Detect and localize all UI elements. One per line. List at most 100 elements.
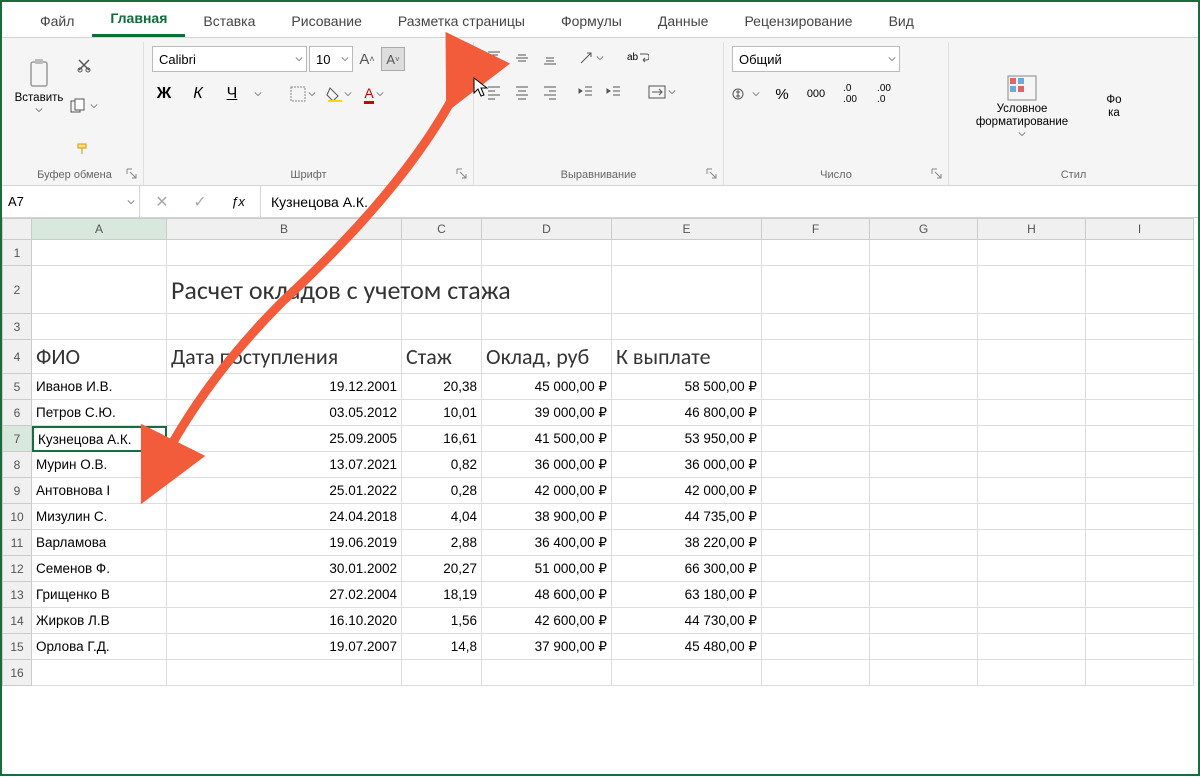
cell-A5[interactable]: Иванов И.В. (32, 374, 167, 400)
decrease-font-button[interactable]: A˅ (381, 47, 405, 71)
row-header-2[interactable]: 2 (2, 266, 32, 314)
cell-B9[interactable]: 25.01.2022 (167, 478, 402, 504)
col-header-A[interactable]: A (32, 218, 167, 240)
cell-A6[interactable]: Петров С.Ю. (32, 400, 167, 426)
row-header-3[interactable]: 3 (2, 314, 32, 340)
cell-E14[interactable]: 44 730,00 ₽ (612, 608, 762, 634)
cell-B6[interactable]: 03.05.2012 (167, 400, 402, 426)
borders-button[interactable] (290, 82, 316, 106)
cell-A10[interactable]: Мизулин С. (32, 504, 167, 530)
col-header-B[interactable]: B (167, 218, 402, 240)
cell-E12[interactable]: 66 300,00 ₽ (612, 556, 762, 582)
wrap-text-button[interactable]: ab (626, 46, 650, 70)
decrease-indent-button[interactable] (574, 80, 598, 104)
underline-button[interactable]: Ч (220, 82, 244, 106)
decrease-decimal-button[interactable]: .00.0 (872, 82, 896, 106)
cell-C7[interactable]: 16,61 (402, 426, 482, 452)
cancel-edit-button[interactable]: ✕ (150, 190, 174, 214)
name-box[interactable]: A7 (2, 186, 140, 217)
align-right-button[interactable] (538, 80, 562, 104)
alignment-dialog-launcher[interactable] (705, 167, 719, 181)
select-all-corner[interactable] (2, 218, 32, 240)
cell-E5[interactable]: 58 500,00 ₽ (612, 374, 762, 400)
col-header-D[interactable]: D (482, 218, 612, 240)
cell-D9[interactable]: 42 000,00 ₽ (482, 478, 612, 504)
cell-A9[interactable]: Антовнова I (32, 478, 167, 504)
font-size-combo[interactable] (309, 46, 353, 72)
conditional-formatting-button[interactable]: Условное форматирование (957, 67, 1087, 147)
header-date[interactable]: Дата поступления (167, 340, 402, 374)
accounting-format-button[interactable] (732, 82, 760, 106)
cell-C11[interactable]: 2,88 (402, 530, 482, 556)
cell-C8[interactable]: 0,82 (402, 452, 482, 478)
cell-D10[interactable]: 38 900,00 ₽ (482, 504, 612, 530)
bold-button[interactable]: Ж (152, 82, 176, 106)
cell-E11[interactable]: 38 220,00 ₽ (612, 530, 762, 556)
percent-format-button[interactable]: % (770, 82, 794, 106)
cell-C13[interactable]: 18,19 (402, 582, 482, 608)
header-fio[interactable]: ФИО (32, 340, 167, 374)
tab-view[interactable]: Вид (871, 5, 932, 37)
row-header-8[interactable]: 8 (2, 452, 32, 478)
cut-button[interactable] (70, 53, 98, 77)
cell-B13[interactable]: 27.02.2004 (167, 582, 402, 608)
row-header-7[interactable]: 7 (2, 426, 32, 452)
cell-E7[interactable]: 53 950,00 ₽ (612, 426, 762, 452)
cell-E10[interactable]: 44 735,00 ₽ (612, 504, 762, 530)
tab-home[interactable]: Главная (92, 2, 185, 37)
col-header-F[interactable]: F (762, 218, 870, 240)
cell-A15[interactable]: Орлова Г.Д. (32, 634, 167, 660)
cell-C15[interactable]: 14,8 (402, 634, 482, 660)
cell-D15[interactable]: 37 900,00 ₽ (482, 634, 612, 660)
header-oklad[interactable]: Оклад, руб (482, 340, 612, 374)
row-header-10[interactable]: 10 (2, 504, 32, 530)
cell-A13[interactable]: Грищенко В (32, 582, 167, 608)
paste-button[interactable]: Вставить (14, 46, 64, 126)
row-header-13[interactable]: 13 (2, 582, 32, 608)
col-header-E[interactable]: E (612, 218, 762, 240)
font-dialog-launcher[interactable] (455, 167, 469, 181)
cell-D8[interactable]: 36 000,00 ₽ (482, 452, 612, 478)
align-top-button[interactable] (482, 46, 506, 70)
cell-E8[interactable]: 36 000,00 ₽ (612, 452, 762, 478)
cell-A8[interactable]: Мурин О.В. (32, 452, 167, 478)
cell-D5[interactable]: 45 000,00 ₽ (482, 374, 612, 400)
cell-A14[interactable]: Жирков Л.В (32, 608, 167, 634)
row-header-12[interactable]: 12 (2, 556, 32, 582)
row-header-16[interactable]: 16 (2, 660, 32, 686)
cell-B12[interactable]: 30.01.2002 (167, 556, 402, 582)
align-middle-button[interactable] (510, 46, 534, 70)
cell-E13[interactable]: 63 180,00 ₽ (612, 582, 762, 608)
tab-formulas[interactable]: Формулы (543, 5, 640, 37)
cell-A7[interactable]: Кузнецова А.К. (32, 426, 167, 452)
cell-B8[interactable]: 13.07.2021 (167, 452, 402, 478)
formula-bar-input[interactable]: Кузнецова А.К. (261, 186, 1198, 217)
cell-D13[interactable]: 48 600,00 ₽ (482, 582, 612, 608)
number-format-combo[interactable] (732, 46, 900, 72)
cell-E9[interactable]: 42 000,00 ₽ (612, 478, 762, 504)
cell-D6[interactable]: 39 000,00 ₽ (482, 400, 612, 426)
row-header-4[interactable]: 4 (2, 340, 32, 374)
header-vyplata[interactable]: К выплате (612, 340, 762, 374)
tab-file[interactable]: Файл (22, 5, 92, 37)
row-header-15[interactable]: 15 (2, 634, 32, 660)
cell-B11[interactable]: 19.06.2019 (167, 530, 402, 556)
tab-data[interactable]: Данные (640, 5, 727, 37)
col-header-I[interactable]: I (1086, 218, 1194, 240)
increase-indent-button[interactable] (602, 80, 626, 104)
increase-decimal-button[interactable]: .0.00 (838, 82, 862, 106)
cell-C9[interactable]: 0,28 (402, 478, 482, 504)
header-stazh[interactable]: Стаж (402, 340, 482, 374)
cell-A11[interactable]: Варламова (32, 530, 167, 556)
comma-format-button[interactable]: 000 (804, 82, 828, 106)
copy-button[interactable] (70, 94, 98, 118)
number-dialog-launcher[interactable] (930, 167, 944, 181)
increase-font-button[interactable]: A˄ (355, 47, 379, 71)
font-name-combo[interactable] (152, 46, 307, 72)
col-header-G[interactable]: G (870, 218, 978, 240)
row-header-11[interactable]: 11 (2, 530, 32, 556)
cell-B7[interactable]: 25.09.2005 (167, 426, 402, 452)
cell-B14[interactable]: 16.10.2020 (167, 608, 402, 634)
tab-review[interactable]: Рецензирование (726, 5, 870, 37)
align-bottom-button[interactable] (538, 46, 562, 70)
